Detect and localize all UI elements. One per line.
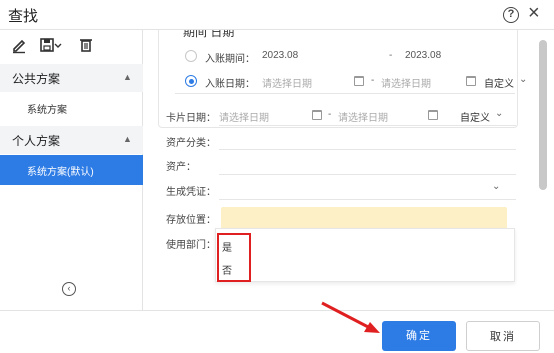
period-radio[interactable]: [185, 50, 197, 62]
chevron-down-icon[interactable]: ⌄: [519, 74, 527, 85]
highlight-box: [217, 233, 251, 282]
asset-category-input[interactable]: [219, 149, 516, 150]
period-from-value[interactable]: 2023.08: [262, 50, 298, 61]
period-label: 入账期间：: [205, 54, 255, 65]
scheme-item-default[interactable]: 系统方案(默认): [0, 155, 143, 185]
footer: 确定 取消: [0, 310, 554, 353]
asset-label: 资产：: [166, 162, 196, 173]
chevron-up-icon[interactable]: ▲: [123, 134, 132, 144]
section-label: 个人方案: [12, 134, 61, 148]
scrollbar[interactable]: [537, 30, 549, 310]
scheme-item-system[interactable]: 系统方案: [0, 93, 143, 123]
calendar-icon[interactable]: [354, 76, 364, 86]
calendar-icon[interactable]: [466, 76, 476, 86]
date-label: 入账日期：: [205, 79, 255, 90]
date-to-input[interactable]: 请选择日期: [381, 75, 431, 90]
chevron-down-icon[interactable]: ⌄: [492, 181, 500, 192]
storage-label: 存放位置：: [166, 215, 216, 226]
section-label: 公共方案: [12, 72, 61, 86]
card-date-custom-select[interactable]: 自定义: [460, 109, 490, 124]
scheme-toolbar: [0, 30, 143, 60]
collapse-sidebar-icon[interactable]: ‹: [62, 282, 76, 296]
card-date-to-input[interactable]: 请选择日期: [338, 109, 388, 124]
storage-input[interactable]: [221, 207, 507, 229]
card-date-from-input[interactable]: 请选择日期: [219, 109, 269, 124]
calendar-icon[interactable]: [428, 110, 438, 120]
voucher-label: 生成凭证：: [166, 187, 216, 198]
range-dash: -: [389, 50, 393, 61]
field-underline: [219, 125, 516, 126]
period-title: 期间 日期: [183, 30, 235, 39]
section-public-schemes[interactable]: 公共方案 ▲: [0, 64, 143, 92]
chevron-down-icon[interactable]: ⌄: [495, 108, 503, 119]
delete-icon[interactable]: [77, 36, 95, 54]
divider: [175, 93, 515, 94]
scheme-sidebar: 公共方案 ▲ 系统方案 个人方案 ▲ 系统方案(默认) ‹: [0, 30, 143, 310]
title-bar: 查找 ? ×: [0, 0, 554, 30]
asset-category-label: 资产分类：: [166, 138, 216, 149]
scheme-item-label: 系统方案: [27, 105, 67, 116]
date-from-input[interactable]: 请选择日期: [262, 75, 312, 90]
close-icon[interactable]: ×: [528, 3, 540, 23]
help-icon[interactable]: ?: [503, 7, 519, 23]
scrollbar-thumb[interactable]: [539, 40, 547, 190]
scheme-item-label: 系统方案(默认): [27, 167, 94, 178]
period-to-value[interactable]: 2023.08: [405, 50, 441, 61]
calendar-icon[interactable]: [312, 110, 322, 120]
date-radio[interactable]: [185, 75, 197, 87]
custom-range-select[interactable]: 自定义: [484, 75, 514, 90]
chevron-down-icon[interactable]: [53, 36, 63, 54]
range-dash: -: [371, 75, 375, 86]
confirm-button[interactable]: 确定: [382, 321, 456, 351]
department-label: 使用部门：: [166, 240, 216, 251]
card-date-label: 卡片日期：: [166, 113, 216, 124]
range-dash: -: [328, 109, 332, 120]
edit-icon[interactable]: [10, 36, 28, 54]
voucher-dropdown: 是 否: [215, 228, 515, 282]
window-title: 查找: [8, 8, 39, 25]
cancel-button[interactable]: 取消: [466, 321, 540, 351]
asset-input[interactable]: [219, 174, 516, 175]
voucher-select[interactable]: [219, 199, 516, 200]
section-personal-schemes[interactable]: 个人方案 ▲: [0, 126, 143, 154]
chevron-up-icon[interactable]: ▲: [123, 72, 132, 82]
filter-panel: 期间 日期 入账期间： 2023.08 - 2023.08 入账日期： 请选择日…: [144, 30, 554, 310]
